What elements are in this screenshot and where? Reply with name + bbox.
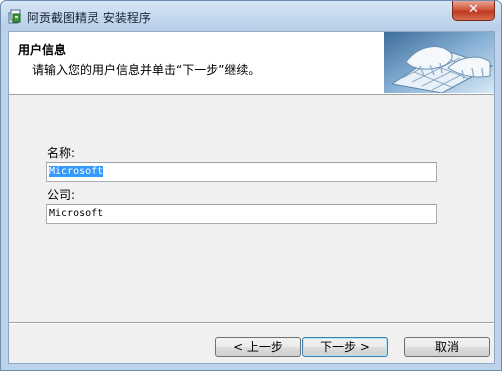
company-field[interactable]: Microsoft xyxy=(46,204,437,224)
cancel-button[interactable]: 取消 xyxy=(404,337,490,357)
wizard-header: 用户信息 请输入您的用户信息并单击“下一步”继续。 xyxy=(9,32,494,95)
keyboard-hands-image xyxy=(384,32,494,93)
close-button[interactable]: ✕ xyxy=(452,1,495,21)
back-button[interactable]: < 上一步 xyxy=(215,337,301,357)
company-value: Microsoft xyxy=(49,208,104,219)
footer-divider xyxy=(9,322,494,324)
name-label: 名称: xyxy=(47,146,76,160)
installer-icon xyxy=(7,8,23,24)
page-title: 用户信息 xyxy=(18,43,67,57)
close-icon: ✕ xyxy=(468,2,479,17)
installer-window: 阿贡截图精灵 安装程序 ✕ 用户信息 请输入您的用户信息并单击“下一步”继续。 xyxy=(0,0,502,371)
name-field[interactable]: Microsoft xyxy=(46,162,437,182)
next-button[interactable]: 下一步 > xyxy=(302,337,388,357)
dialog-body: 用户信息 请输入您的用户信息并单击“下一步”继续。 名称: Microsoft … xyxy=(8,31,495,364)
title-bar[interactable]: 阿贡截图精灵 安装程序 ✕ xyxy=(1,1,501,31)
name-value: Microsoft xyxy=(49,166,104,177)
window-title: 阿贡截图精灵 安装程序 xyxy=(27,11,151,25)
company-label: 公司: xyxy=(47,188,76,202)
page-description: 请输入您的用户信息并单击“下一步”继续。 xyxy=(32,63,261,77)
